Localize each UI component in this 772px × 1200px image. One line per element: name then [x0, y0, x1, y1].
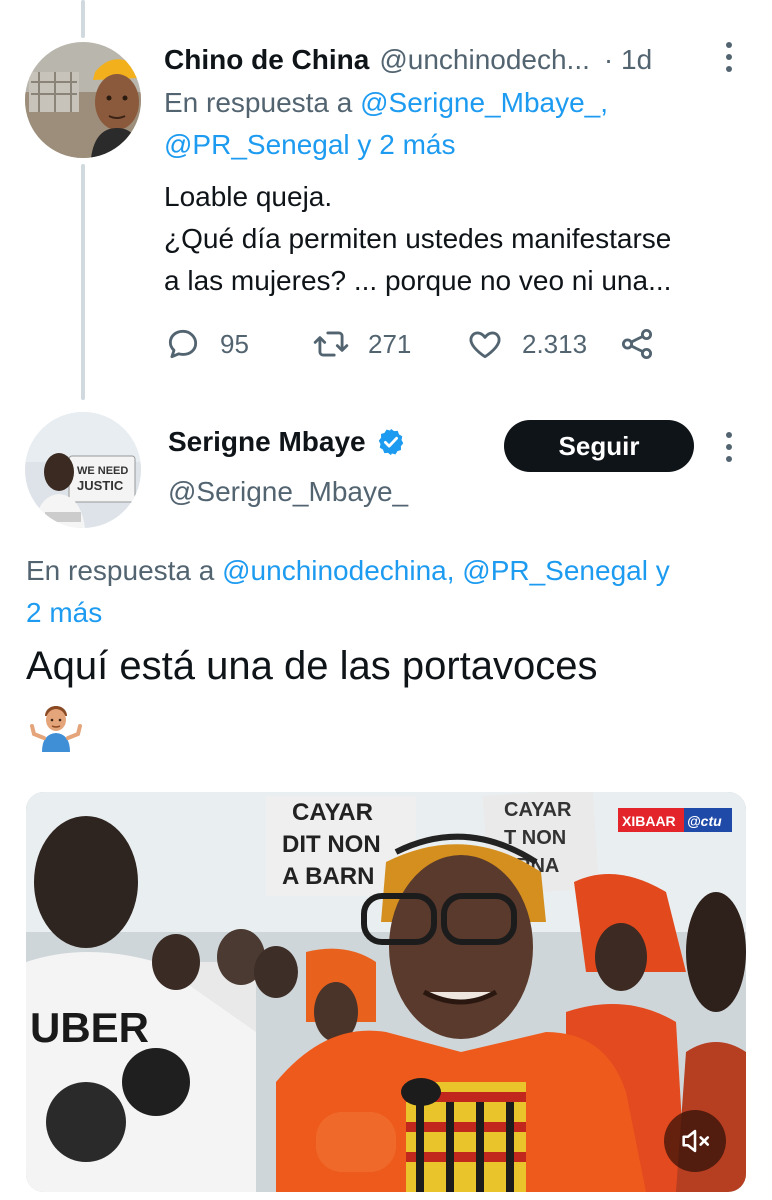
more-options-icon[interactable] — [723, 432, 735, 462]
avatar-sign-text: JUSTIC — [77, 478, 124, 493]
tweet-text-line: a las mujeres? ... porque no veo ni una.… — [164, 265, 672, 296]
video-thumbnail: CAYAR DIT NON A BARN CAYAR T NON RNA XIB… — [26, 792, 746, 1192]
tweet-text-line: Loable queja. — [164, 181, 333, 212]
heart-icon — [469, 331, 501, 359]
svg-text:UBER: UBER — [30, 1004, 149, 1051]
person-shrugging-emoji — [30, 706, 82, 752]
tweet-header: Chino de China @unchinodech... · 1d — [164, 40, 754, 80]
more-mentions-link[interactable]: 2 más — [26, 597, 102, 628]
tweet-text: Loable queja. ¿Qué día permiten ustedes … — [164, 176, 754, 302]
mention-link[interactable]: @PR_Senegal — [462, 555, 648, 586]
author-handle[interactable]: @unchinodech... — [379, 44, 590, 76]
thread-line — [81, 164, 85, 400]
more-mentions-link[interactable]: y 2 más — [350, 129, 455, 160]
author-name[interactable]: Serigne Mbaye — [168, 426, 366, 458]
avatar-sign-text: WE NEED — [77, 465, 128, 477]
svg-text:DIT NON: DIT NON — [282, 831, 381, 858]
svg-text:XIBAAR: XIBAAR — [622, 813, 676, 829]
svg-text:T NON: T NON — [504, 827, 566, 849]
speaker-muted-icon — [682, 1129, 710, 1153]
tweet-timestamp[interactable]: · 1d — [604, 44, 652, 76]
svg-text:A BARN: A BARN — [282, 863, 374, 890]
tweet-actions: 95 271 2.313 — [164, 322, 664, 366]
retweet-icon — [313, 331, 349, 357]
share-button[interactable] — [618, 322, 656, 366]
more-mentions-link[interactable]: y — [648, 555, 670, 586]
reply-context: En respuesta a @Serigne_Mbaye_, @PR_Sene… — [164, 82, 754, 166]
retweet-button[interactable]: 271 — [312, 322, 411, 366]
mute-button[interactable] — [664, 1110, 726, 1172]
reply-button[interactable]: 95 — [164, 322, 249, 366]
mention-link[interactable]: @Serigne_Mbaye_, — [360, 87, 608, 118]
tweet-text-line: ¿Qué día permiten ustedes manifestarse — [164, 223, 672, 254]
avatar[interactable]: WE NEED JUSTIC — [25, 412, 141, 528]
verified-badge-icon — [378, 428, 403, 456]
svg-text:@ctu: @ctu — [687, 813, 722, 829]
reply-prefix: En respuesta a — [164, 87, 361, 118]
like-count: 2.313 — [522, 328, 588, 359]
author-name-row: Serigne Mbaye — [168, 426, 406, 458]
mention-link[interactable]: @PR_Senegal — [164, 129, 350, 160]
reply-count: 95 — [220, 328, 249, 359]
thread-line — [81, 0, 85, 38]
reply-icon — [168, 329, 198, 359]
share-icon — [621, 328, 653, 360]
like-button[interactable]: 2.313 — [466, 322, 587, 366]
mention-link[interactable]: @unchinodechina, — [222, 555, 454, 586]
author-name[interactable]: Chino de China — [164, 44, 369, 76]
follow-button[interactable]: Seguir — [504, 420, 694, 472]
retweet-count: 271 — [368, 328, 412, 359]
avatar[interactable] — [25, 42, 141, 158]
avatar-photo: WE NEED JUSTIC — [25, 412, 141, 528]
reply-context: En respuesta a @unchinodechina, @PR_Sene… — [26, 550, 756, 634]
more-options-icon[interactable] — [723, 42, 735, 72]
tweet-thread: Chino de China @unchinodech... · 1d En r… — [0, 0, 772, 1200]
svg-text:CAYAR: CAYAR — [504, 799, 572, 821]
svg-text:CAYAR: CAYAR — [292, 799, 373, 826]
author-handle[interactable]: @Serigne_Mbaye_ — [168, 476, 408, 508]
tweet-text: Aquí está una de las portavoces — [26, 644, 598, 688]
reply-prefix: En respuesta a — [26, 555, 223, 586]
video-player[interactable]: CAYAR DIT NON A BARN CAYAR T NON RNA XIB… — [26, 792, 746, 1192]
avatar-photo — [25, 42, 141, 158]
